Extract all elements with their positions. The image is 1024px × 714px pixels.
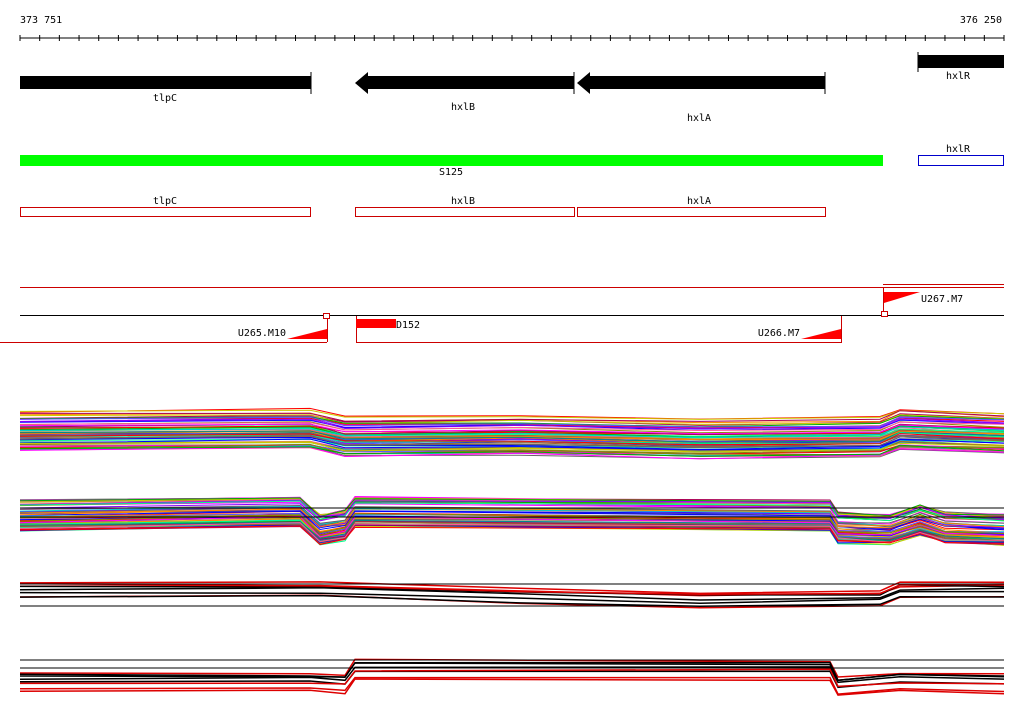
expression-profile-panel-4 <box>19 658 1005 696</box>
probe-U267-M7[interactable]: U267.M7 <box>881 287 964 317</box>
cds-outline-hxlA-label: hxlA <box>687 196 711 207</box>
ruler-start-label: 373 751 <box>20 15 62 26</box>
ruler-end-label: 376 250 <box>960 15 1002 26</box>
hxlR-partial-box[interactable] <box>918 155 1004 166</box>
gene-hxlA-label: hxlA <box>687 113 711 124</box>
probe-U267-M7-label: U267.M7 <box>921 294 963 305</box>
probe-D152-label: D152 <box>396 320 420 331</box>
genome-browser-canvas: 373 751 376 250 tlpC hxlB hxlA hxlR S125… <box>0 0 1024 714</box>
cds-outline-hxlB[interactable] <box>355 207 575 217</box>
hxlR-partial-box-label: hxlR <box>946 144 971 155</box>
segment-track: S125 hxlR <box>20 144 1004 178</box>
probe-U266-M7-label: U266.M7 <box>758 328 800 339</box>
expression-profile-panel-2 <box>19 495 1005 546</box>
probe-D152[interactable]: D152 <box>356 316 420 342</box>
cds-outline-tlpC-label: tlpC <box>153 196 177 207</box>
cds-outline-hxlA[interactable] <box>577 207 826 217</box>
gene-track: tlpC hxlB hxlA hxlR <box>20 52 1004 124</box>
gene-hxlB[interactable]: hxlB <box>355 72 575 113</box>
genome-track-view: 373 751 376 250 tlpC hxlB hxlA hxlR S125… <box>0 15 1005 696</box>
probe-track: U265.M10 D152 U266.M7 U267.M7 <box>0 284 1004 343</box>
cds-outline-track: tlpC hxlB hxlA <box>20 196 826 217</box>
gene-hxlR-label: hxlR <box>946 71 971 82</box>
gene-hxlA[interactable]: hxlA <box>577 72 826 124</box>
expression-profile-panel-3 <box>19 581 1005 609</box>
cds-outline-tlpC[interactable] <box>20 207 311 217</box>
gene-tlpC[interactable]: tlpC <box>20 72 312 104</box>
segment-S125-label: S125 <box>439 167 463 178</box>
gene-hxlR[interactable]: hxlR <box>917 52 1004 82</box>
probe-U266-M7[interactable]: U266.M7 <box>758 316 842 342</box>
gene-tlpC-label: tlpC <box>153 93 177 104</box>
probe-U265-M10-label: U265.M10 <box>238 328 286 339</box>
cds-outline-hxlB-label: hxlB <box>451 196 475 207</box>
gene-hxlB-label: hxlB <box>451 102 475 113</box>
coordinate-ruler: 373 751 376 250 <box>19 15 1005 41</box>
probe-U265-M10[interactable]: U265.M10 <box>238 313 330 343</box>
expression-profile-panel-1 <box>19 407 1005 460</box>
segment-S125-bar[interactable] <box>20 155 883 166</box>
